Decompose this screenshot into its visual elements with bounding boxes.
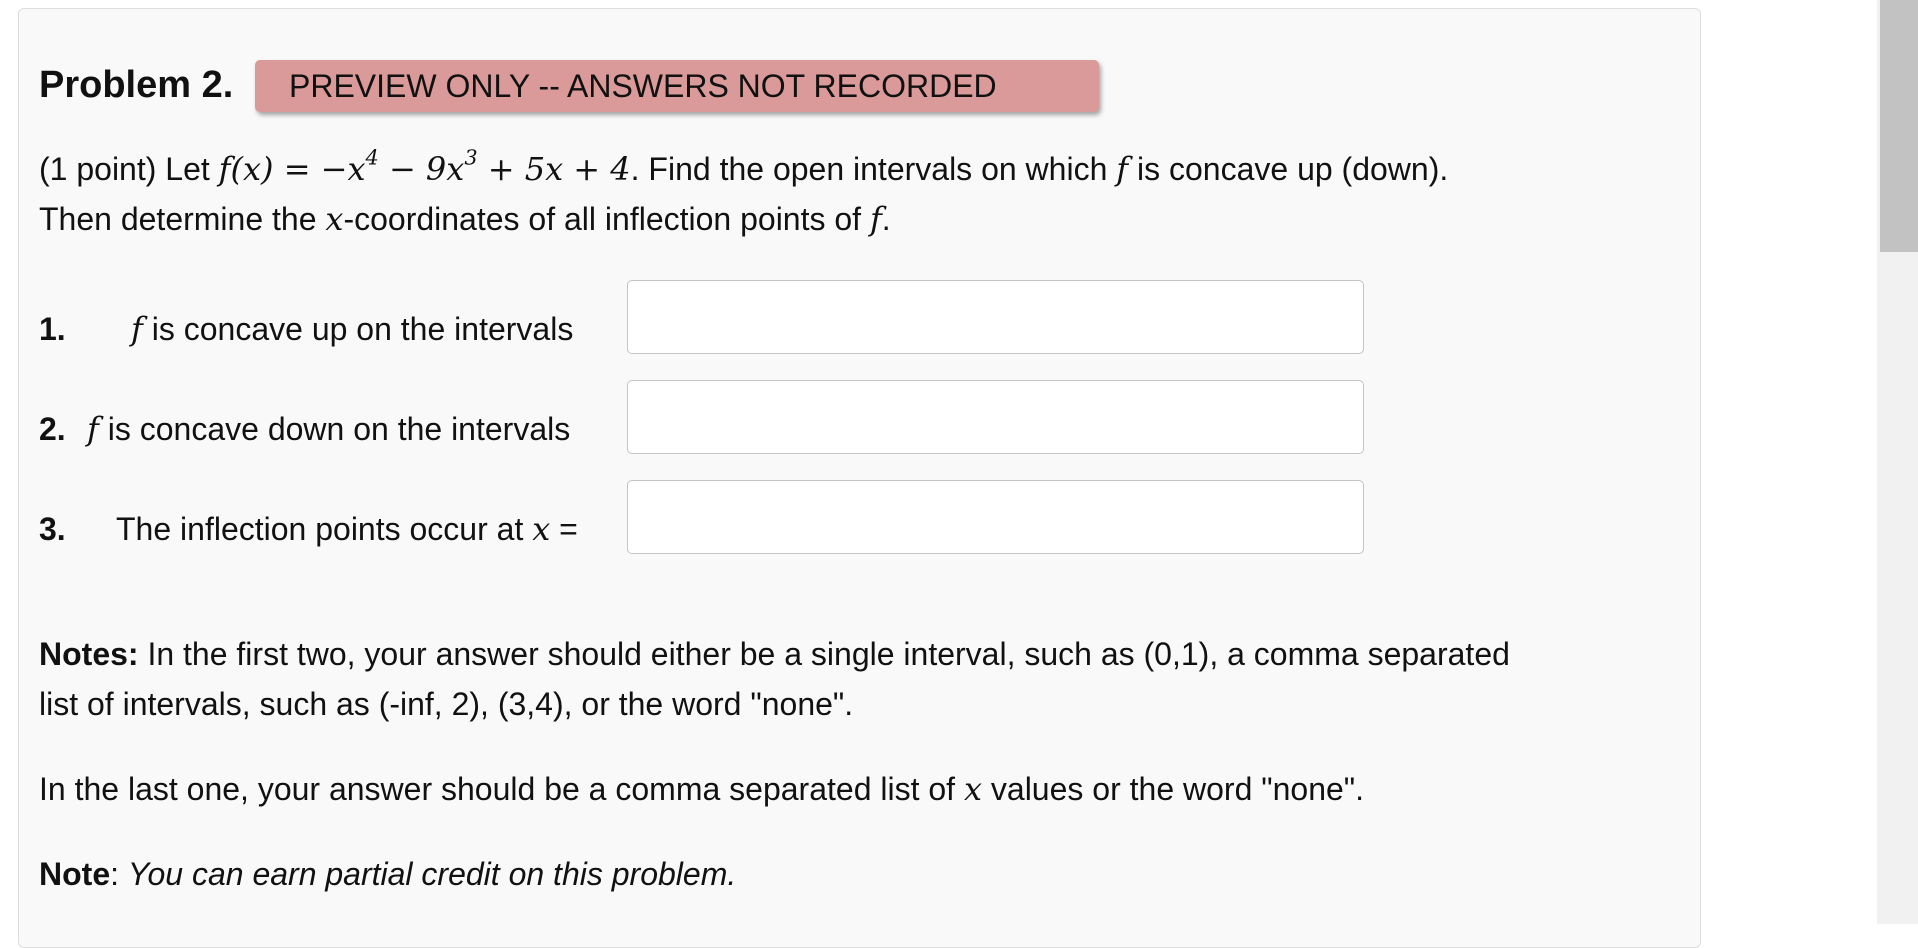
notes-line1: Notes: In the first two, your answer sho… — [39, 629, 1510, 679]
problem-statement-line2: Then determine the x-coordinates of all … — [39, 194, 891, 244]
statement-line2-start: Then determine the — [39, 201, 317, 237]
answer-input-concave-down[interactable] — [627, 380, 1364, 454]
q2-f-symbol: f — [87, 410, 99, 448]
func-expr-part: f(x) = −x — [218, 150, 366, 188]
question-3-number: 3. — [39, 504, 66, 554]
note-colon: : — [110, 856, 119, 892]
statement-continuation: . Find the open intervals on which — [630, 151, 1108, 187]
q3-number-text: 3. — [39, 511, 66, 547]
notes-text-line2: list of intervals, such as (-inf, 2), (3… — [39, 686, 854, 722]
x-symbol: x — [325, 200, 344, 238]
function-expression: f(x) = −x4 − 9x3 + 5x + 4 — [218, 147, 631, 188]
question-3-label: The inflection points occur at x = — [116, 504, 578, 554]
f-symbol: f — [1116, 150, 1129, 188]
func-expr-part3: + 5x + 4 — [477, 150, 631, 188]
q1-number-text: 1. — [39, 311, 66, 347]
preview-banner: PREVIEW ONLY -- ANSWERS NOT RECORDED — [255, 60, 1099, 112]
last-note-start: In the last one, your answer should be a… — [39, 771, 956, 807]
partial-credit-text: You can earn partial credit on this prob… — [127, 856, 737, 892]
answer-input-concave-up[interactable] — [627, 280, 1364, 354]
q3-equals: = — [559, 511, 578, 547]
q1-label-text: is concave up on the intervals — [151, 311, 574, 347]
problem-title: Problem 2. — [39, 64, 234, 106]
statement-line2-end: -coordinates of all inflection points of — [343, 201, 862, 237]
problem-statement-line1: (1 point) Let f(x) = −x4 − 9x3 + 5x + 4.… — [39, 144, 1448, 194]
note-label: Note — [39, 856, 111, 892]
q2-number-text: 2. — [39, 411, 66, 447]
partial-credit-note: Note: You can earn partial credit on thi… — [39, 849, 736, 899]
question-2-label: f is concave down on the intervals — [87, 404, 570, 454]
question-1-label: f is concave up on the intervals — [131, 304, 573, 354]
notes-label: Notes: — [39, 636, 139, 672]
notes-line2: list of intervals, such as (-inf, 2), (3… — [39, 679, 853, 729]
func-expr-part2: − 9x — [378, 150, 465, 188]
last-note-x-symbol: x — [963, 770, 982, 808]
statement-period: . — [881, 201, 891, 237]
q3-x-symbol: x — [532, 510, 551, 548]
q2-label-text: is concave down on the intervals — [107, 411, 571, 447]
last-answer-note: In the last one, your answer should be a… — [39, 764, 1364, 814]
scrollbar-thumb[interactable] — [1880, 0, 1918, 252]
statement-concavity-text: is concave up (down). — [1136, 151, 1449, 187]
question-1-number: 1. — [39, 304, 66, 354]
exponent-4: 4 — [365, 145, 379, 170]
notes-text-line1: In the first two, your answer should eit… — [147, 636, 1510, 672]
answer-input-inflection-points[interactable] — [627, 480, 1364, 554]
f-symbol-2: f — [869, 200, 882, 238]
points-text: (1 point) Let — [39, 151, 210, 187]
question-2-number: 2. — [39, 404, 66, 454]
q1-f-symbol: f — [131, 310, 143, 348]
last-note-end: values or the word "none". — [990, 771, 1365, 807]
q3-label-text: The inflection points occur at — [116, 511, 524, 547]
exponent-3: 3 — [464, 145, 478, 170]
